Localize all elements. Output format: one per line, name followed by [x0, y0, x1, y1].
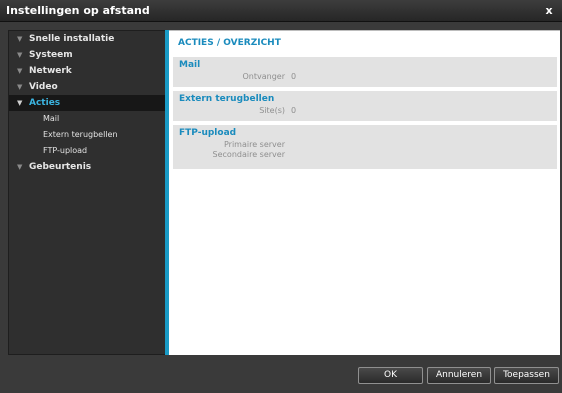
section-title: Mail: [179, 60, 201, 70]
sidebar-item-acties[interactable]: ▼ Acties: [9, 95, 165, 111]
settings-window: Instellingen op afstand x ▼ Snelle insta…: [0, 0, 562, 393]
expand-triangle-icon: ▼: [17, 67, 23, 75]
sidebar-item-gebeurtenis[interactable]: ▼ Gebeurtenis: [9, 159, 165, 175]
row-label: Secondaire server: [212, 150, 285, 159]
section-mail: Mail Ontvanger 0: [173, 57, 557, 87]
sidebar-item-label: Netwerk: [29, 66, 72, 76]
expand-triangle-icon: ▼: [17, 83, 23, 91]
expand-triangle-icon: ▼: [17, 163, 23, 171]
row-label: Site(s): [259, 106, 285, 115]
sidebar-item-label: Gebeurtenis: [29, 162, 92, 172]
window-title: Instellingen op afstand: [6, 4, 150, 17]
sidebar-item-systeem[interactable]: ▼ Systeem: [9, 47, 165, 63]
ok-button[interactable]: OK: [358, 367, 423, 384]
sidebar-item-snelle-installatie[interactable]: ▼ Snelle installatie: [9, 31, 165, 47]
cancel-button[interactable]: Annuleren: [427, 367, 491, 384]
row-label: Primaire server: [223, 140, 285, 149]
sidebar-item-label: Systeem: [29, 50, 73, 60]
button-bar: OK Annuleren Toepassen: [0, 359, 562, 393]
sidebar-item-label: Video: [29, 82, 58, 92]
info-row: Secondaire server: [179, 150, 551, 160]
info-row: Primaire server: [179, 140, 551, 150]
page-title: ACTIES / OVERZICHT: [178, 38, 281, 48]
title-bar: Instellingen op afstand x: [0, 0, 562, 22]
info-row: Ontvanger 0: [179, 72, 551, 82]
section-extern-terugbellen: Extern terugbellen Site(s) 0: [173, 91, 557, 121]
sidebar-subitem-ftp-upload[interactable]: FTP-upload: [9, 143, 165, 159]
collapse-triangle-icon: ▼: [17, 99, 23, 107]
section-title: Extern terugbellen: [179, 94, 275, 104]
apply-button[interactable]: Toepassen: [494, 367, 559, 384]
close-icon[interactable]: x: [542, 0, 556, 22]
row-value: 0: [291, 72, 297, 81]
sidebar-item-label: Acties: [29, 98, 61, 108]
sidebar-item-video[interactable]: ▼ Video: [9, 79, 165, 95]
sidebar-subitem-extern-terugbellen[interactable]: Extern terugbellen: [9, 127, 165, 143]
sidebar-tree: ▼ Snelle installatie ▼ Systeem ▼ Netwerk…: [8, 30, 165, 355]
sidebar-subitem-mail[interactable]: Mail: [9, 111, 165, 127]
info-row: Site(s) 0: [179, 106, 551, 116]
content-panel: ACTIES / OVERZICHT Mail Ontvanger 0 Exter…: [169, 30, 560, 355]
expand-triangle-icon: ▼: [17, 51, 23, 59]
sidebar-item-netwerk[interactable]: ▼ Netwerk: [9, 63, 165, 79]
sidebar-item-label: Snelle installatie: [29, 34, 115, 44]
section-title: FTP-upload: [179, 128, 237, 138]
section-ftp-upload: FTP-upload Primaire server Secondaire se…: [173, 125, 557, 169]
row-value: 0: [291, 106, 297, 115]
expand-triangle-icon: ▼: [17, 35, 23, 43]
row-label: Ontvanger: [242, 72, 286, 81]
